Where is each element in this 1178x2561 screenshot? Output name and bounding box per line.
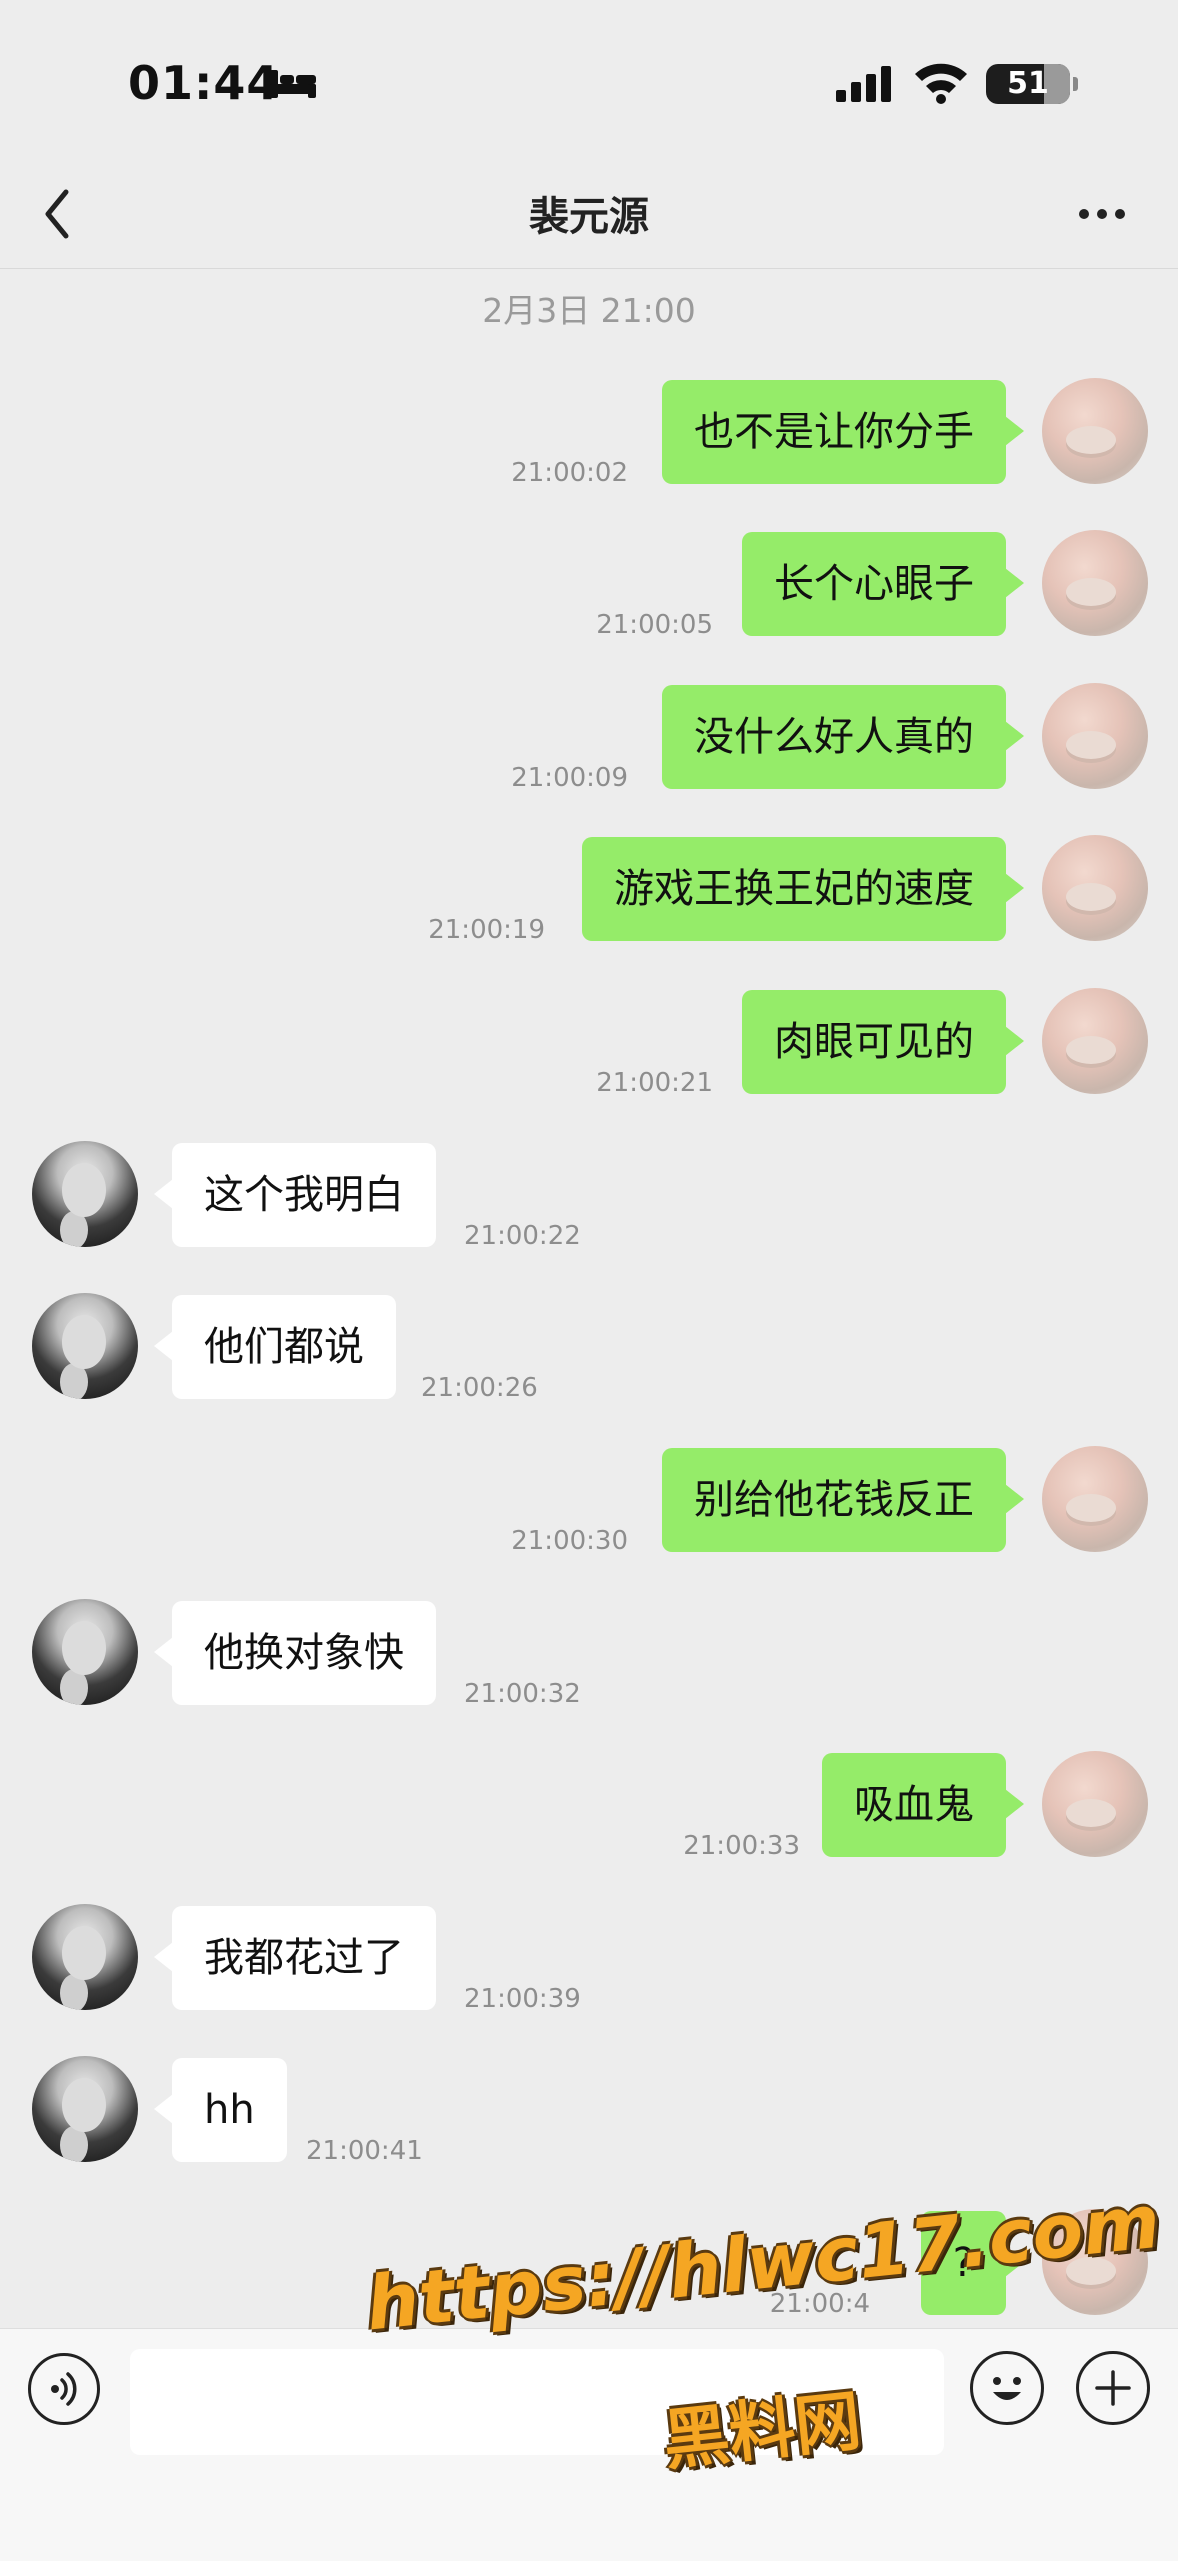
voice-button[interactable] [28, 2353, 100, 2425]
emoji-icon [993, 2377, 1021, 2400]
message-time: 21:00:26 [421, 1373, 538, 1403]
message-time: 21:00:05 [596, 610, 713, 640]
contact-avatar[interactable] [32, 1599, 138, 1705]
my-avatar[interactable] [1042, 988, 1148, 1094]
message-bubble[interactable]: 他们都说 [154, 1295, 396, 1399]
message-bubble[interactable]: 没什么好人真的 [662, 685, 1024, 789]
my-avatar[interactable] [1042, 835, 1148, 941]
chat-title: 裴元源 [529, 194, 649, 240]
message-row: 也不是让你分手 21:00:02 [0, 378, 1178, 488]
chat-input-bar [0, 2328, 1178, 2561]
message-bubble[interactable]: 我都花过了 [154, 1906, 436, 2010]
message-time: 21:00:19 [428, 915, 545, 945]
my-avatar[interactable] [1042, 1446, 1148, 1552]
message-bubble[interactable]: 吸血鬼 [822, 1753, 1024, 1857]
date-separator: 2月3日 21:00 [482, 291, 696, 330]
message-row: 他换对象快 21:00:32 [0, 1599, 1178, 1709]
message-row: 我都花过了 21:00:39 [0, 1904, 1178, 2014]
message-row: 长个心眼子 21:00:05 [0, 530, 1178, 640]
my-avatar[interactable] [1042, 1751, 1148, 1857]
message-time: 21:00:39 [464, 1984, 581, 2014]
my-avatar[interactable] [1042, 530, 1148, 636]
my-avatar[interactable] [1042, 378, 1148, 484]
contact-avatar[interactable] [32, 2056, 138, 2162]
message-time: 21:00:21 [596, 1068, 713, 1098]
battery-icon: 51 [986, 64, 1078, 104]
message-time: 21:00:30 [511, 1526, 628, 1556]
message-bubble[interactable]: 肉眼可见的 [742, 990, 1024, 1094]
message-row: hh 21:00:41 [0, 2056, 1178, 2166]
signal-icon [836, 66, 891, 102]
status-bar: 01:44 51 [0, 0, 1178, 160]
message-bubble[interactable]: hh [154, 2058, 287, 2162]
message-time: 21:00:09 [511, 763, 628, 793]
my-avatar[interactable] [1042, 683, 1148, 789]
message-time: 21:00:02 [511, 458, 628, 488]
contact-avatar[interactable] [32, 1293, 138, 1399]
message-time: 21:00:22 [464, 1221, 581, 1251]
message-row: 他们都说 21:00:26 [0, 1293, 1178, 1403]
message-row: 这个我明白 21:00:22 [0, 1141, 1178, 1251]
battery-level: 51 [1007, 66, 1049, 101]
message-bubble[interactable]: 也不是让你分手 [662, 380, 1024, 484]
message-row: 肉眼可见的 21:00:21 [0, 988, 1178, 1098]
plus-icon [1095, 2370, 1131, 2406]
voice-icon [51, 2372, 77, 2406]
message-row: 别给他花钱反正 21:00:30 [0, 1446, 1178, 1556]
message-bubble[interactable]: 这个我明白 [154, 1143, 436, 1247]
chat-header: 裴元源 [0, 160, 1178, 269]
emoji-button[interactable] [970, 2351, 1044, 2425]
message-time: 21:00:41 [306, 2136, 423, 2166]
plus-button[interactable] [1076, 2351, 1150, 2425]
status-time: 01:44 [128, 56, 280, 110]
message-bubble[interactable]: 长个心眼子 [742, 532, 1024, 636]
contact-avatar[interactable] [32, 1141, 138, 1247]
message-row: 没什么好人真的 21:00:09 [0, 683, 1178, 793]
contact-avatar[interactable] [32, 1904, 138, 2010]
bed-icon [270, 70, 316, 98]
watermark-url: https://hlwc17.com [362, 2178, 1164, 2348]
message-bubble[interactable]: 他换对象快 [154, 1601, 436, 1705]
wifi-icon [915, 63, 967, 104]
message-row: 吸血鬼 21:00:33 [0, 1751, 1178, 1861]
message-row: 游戏王换王妃的速度 21:00:19 [0, 835, 1178, 945]
message-time: 21:00:33 [683, 1831, 800, 1861]
more-icon[interactable] [1074, 194, 1130, 234]
message-bubble[interactable]: 别给他花钱反正 [662, 1448, 1024, 1552]
message-time: 21:00:32 [464, 1679, 581, 1709]
message-bubble[interactable]: 游戏王换王妃的速度 [582, 837, 1024, 941]
